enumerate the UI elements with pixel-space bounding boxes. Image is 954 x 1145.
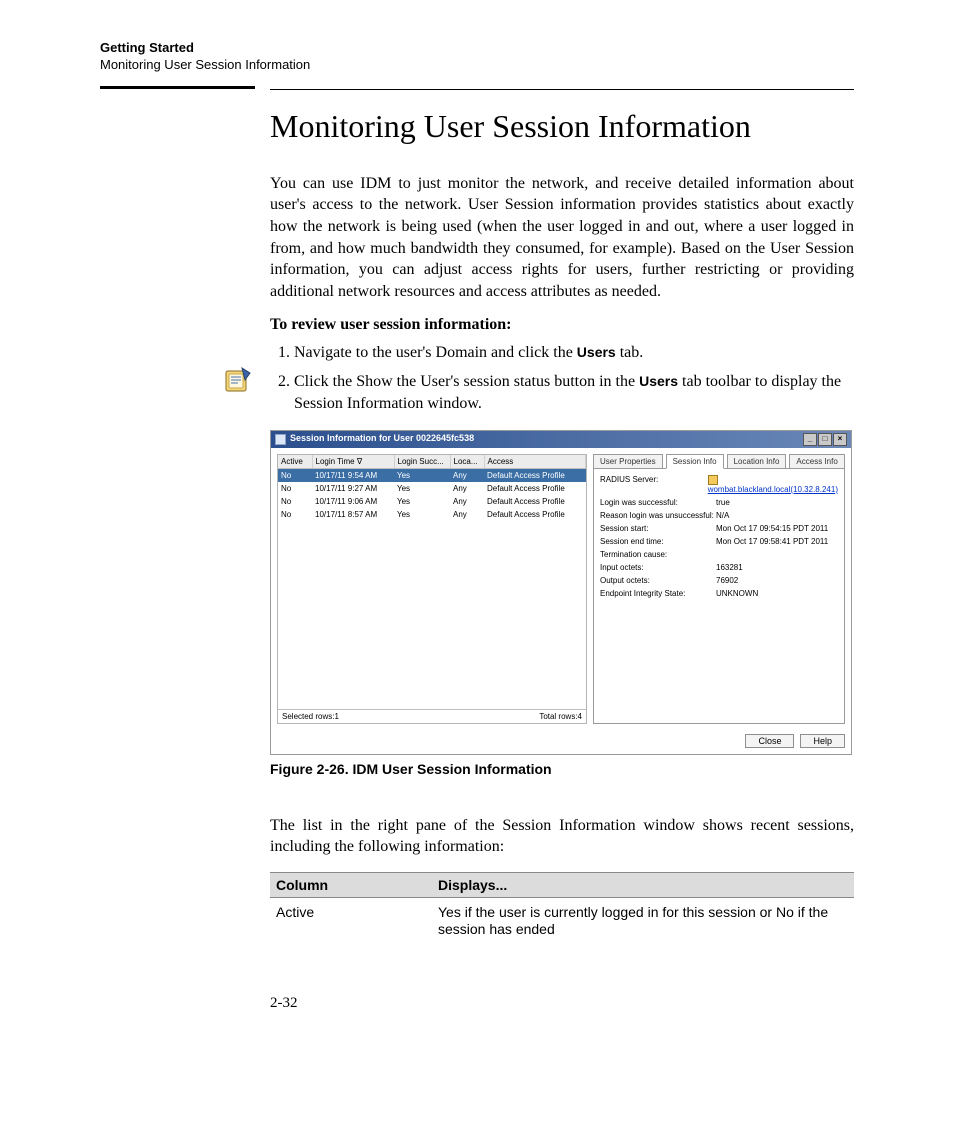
- total-rows: Total rows:4: [539, 712, 582, 721]
- header-rule: [100, 86, 255, 89]
- window-title: Session Information for User 0022645fc53…: [290, 433, 474, 443]
- table-row[interactable]: No10/17/11 9:27 AMYesAnyDefault Access P…: [278, 482, 586, 495]
- close-button[interactable]: Close: [745, 734, 794, 748]
- tab-session-info[interactable]: Session Info: [666, 454, 724, 469]
- page-number: 2-32: [270, 995, 854, 1012]
- section-title: Monitoring User Session Information: [100, 57, 854, 74]
- detail-row: Session start:Mon Oct 17 09:54:15 PDT 20…: [600, 524, 838, 533]
- detail-row: Reason login was unsuccessful:N/A: [600, 511, 838, 520]
- detail-row: Termination cause:: [600, 550, 838, 559]
- col-access[interactable]: Access: [484, 455, 586, 469]
- grid-footer: Selected rows:1 Total rows:4: [278, 709, 586, 723]
- table-row[interactable]: No10/17/11 9:54 AMYesAnyDefault Access P…: [278, 468, 586, 482]
- coltable-header-column: Column: [270, 872, 432, 897]
- coltable-header-displays: Displays...: [432, 872, 854, 897]
- table-row[interactable]: No10/17/11 9:06 AMYesAnyDefault Access P…: [278, 495, 586, 508]
- help-button[interactable]: Help: [800, 734, 845, 748]
- host-icon: [708, 475, 718, 485]
- tab-user-properties[interactable]: User Properties: [593, 454, 663, 469]
- detail-row: Output octets:76902: [600, 576, 838, 585]
- note-icon: [222, 364, 254, 396]
- figure-caption: Figure 2-26. IDM User Session Informatio…: [270, 761, 854, 777]
- close-icon[interactable]: ×: [833, 433, 847, 446]
- maximize-icon[interactable]: □: [818, 433, 832, 446]
- detail-pane: User PropertiesSession InfoLocation Info…: [593, 454, 845, 724]
- session-info-panel: RADIUS Server:wombat.blackland.local(10.…: [593, 468, 845, 724]
- page-heading: Monitoring User Session Information: [270, 108, 854, 145]
- step-2: Click the Show the User's session status…: [294, 371, 854, 416]
- detail-row: RADIUS Server:wombat.blackland.local(10.…: [600, 475, 838, 494]
- column-description-table: Column Displays... Active Yes if the use…: [270, 872, 854, 945]
- detail-row: Session end time:Mon Oct 17 09:58:41 PDT…: [600, 537, 838, 546]
- window-controls: _□×: [802, 433, 847, 446]
- tab-access-info[interactable]: Access Info: [789, 454, 844, 469]
- step-1: Navigate to the user's Domain and click …: [294, 342, 854, 364]
- dialog-buttons: Close Help: [271, 730, 851, 754]
- col-login-succ[interactable]: Login Succ...: [394, 455, 450, 469]
- tab-location-info[interactable]: Location Info: [727, 454, 787, 469]
- radius-server-link[interactable]: wombat.blackland.local(10.32.8.241): [708, 475, 838, 494]
- procedure-heading: To review user session information:: [270, 316, 854, 334]
- session-grid-pane: Active Login Time ∇ Login Succ... Loca..…: [277, 454, 587, 724]
- window-titlebar: Session Information for User 0022645fc53…: [271, 431, 851, 448]
- chapter-title: Getting Started: [100, 40, 854, 57]
- minimize-icon[interactable]: _: [803, 433, 817, 446]
- table-row: Active Yes if the user is currently logg…: [270, 897, 854, 945]
- main-content: Monitoring User Session Information You …: [270, 89, 854, 1012]
- body-paragraph-2: The list in the right pane of the Sessio…: [270, 815, 854, 858]
- col-location[interactable]: Loca...: [450, 455, 484, 469]
- intro-paragraph: You can use IDM to just monitor the netw…: [270, 173, 854, 303]
- col-login-time[interactable]: Login Time ∇: [312, 455, 394, 469]
- col-active[interactable]: Active: [278, 455, 312, 469]
- session-grid[interactable]: Active Login Time ∇ Login Succ... Loca..…: [278, 455, 586, 709]
- session-info-screenshot: Session Information for User 0022645fc53…: [270, 430, 852, 755]
- detail-row: Endpoint Integrity State:UNKNOWN: [600, 589, 838, 598]
- coltable-disp: Yes if the user is currently logged in f…: [432, 897, 854, 945]
- detail-row: Input octets:163281: [600, 563, 838, 572]
- coltable-col: Active: [270, 897, 432, 945]
- selected-rows: Selected rows:1: [282, 712, 339, 721]
- running-header: Getting Started Monitoring User Session …: [100, 40, 854, 74]
- procedure-steps: Navigate to the user's Domain and click …: [270, 342, 854, 415]
- table-row[interactable]: No10/17/11 8:57 AMYesAnyDefault Access P…: [278, 508, 586, 521]
- detail-row: Login was successful:true: [600, 498, 838, 507]
- detail-tabs: User PropertiesSession InfoLocation Info…: [593, 454, 845, 469]
